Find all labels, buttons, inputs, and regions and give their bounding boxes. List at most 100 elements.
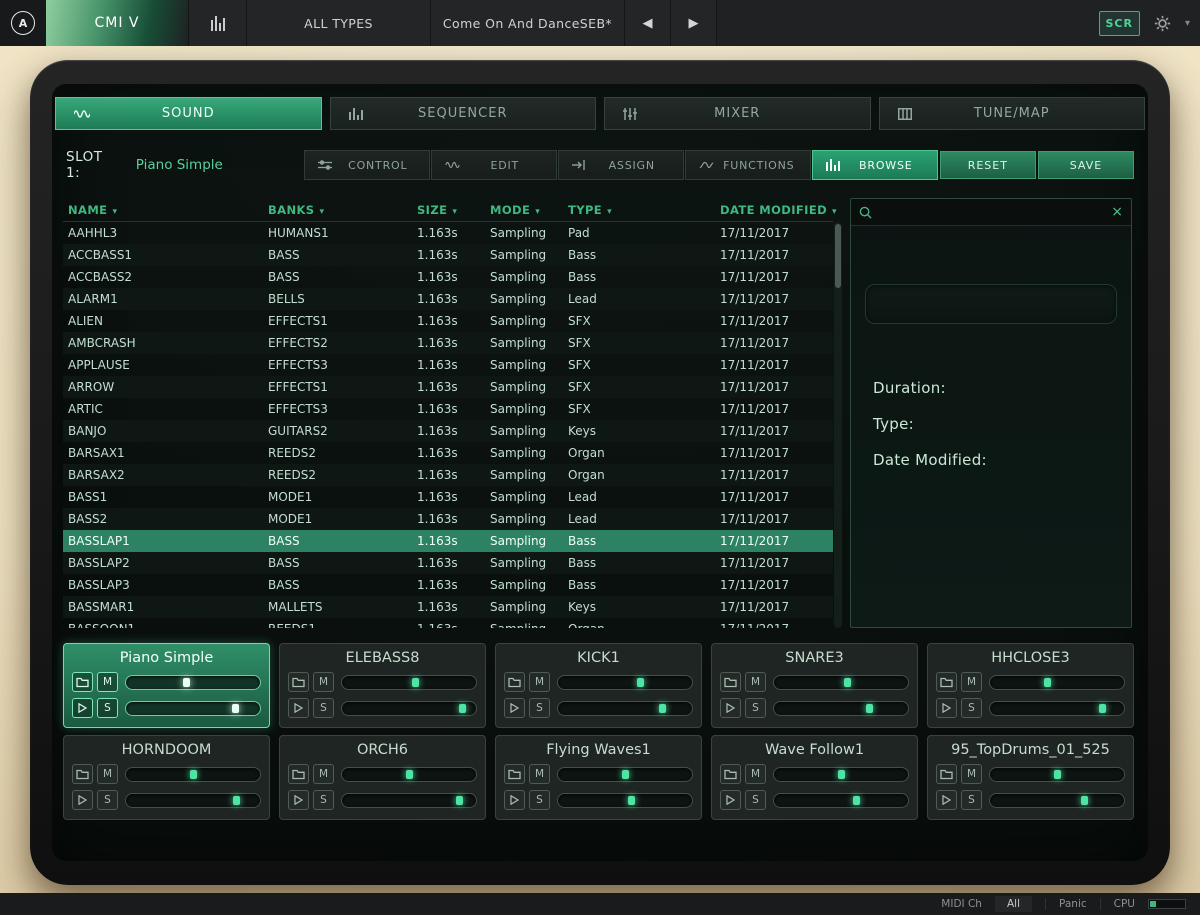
tab-mixer[interactable]: MIXER — [604, 97, 871, 130]
slider-handle[interactable] — [232, 704, 239, 713]
table-row[interactable]: BASSOON1 REEDS1 1.163s Sampling Organ 17… — [63, 618, 833, 628]
slider-handle[interactable] — [628, 796, 635, 805]
slot-tile[interactable]: KICK1 M S — [495, 643, 702, 728]
mute-button[interactable]: M — [313, 764, 334, 784]
column-name[interactable]: NAME — [63, 198, 263, 224]
slot-slider-bottom[interactable] — [125, 793, 261, 808]
table-row[interactable]: BASS1 MODE1 1.163s Sampling Lead 17/11/2… — [63, 486, 833, 508]
scrollbar[interactable] — [834, 222, 842, 628]
arturia-logo-button[interactable]: A — [0, 0, 46, 46]
table-row[interactable]: ARTIC EFFECTS3 1.163s Sampling SFX 17/11… — [63, 398, 833, 420]
slot-slider-bottom[interactable] — [557, 701, 693, 716]
tab-tune-map[interactable]: TUNE/MAP — [879, 97, 1146, 130]
table-row[interactable]: APPLAUSE EFFECTS3 1.163s Sampling SFX 17… — [63, 354, 833, 376]
play-button[interactable] — [288, 698, 309, 718]
slot-slider-top[interactable] — [557, 767, 693, 782]
slider-handle[interactable] — [844, 678, 851, 687]
slot-slider-bottom[interactable] — [989, 701, 1125, 716]
slider-handle[interactable] — [456, 796, 463, 805]
solo-button[interactable]: S — [961, 790, 982, 810]
prev-preset-button[interactable]: ◀ — [624, 0, 670, 46]
slider-handle[interactable] — [1054, 770, 1061, 779]
table-row[interactable]: BASSLAP2 BASS 1.163s Sampling Bass 17/11… — [63, 552, 833, 574]
panic-button[interactable]: Panic — [1059, 898, 1087, 910]
play-button[interactable] — [504, 790, 525, 810]
table-row[interactable]: ACCBASS1 BASS 1.163s Sampling Bass 17/11… — [63, 244, 833, 266]
slider-handle[interactable] — [1044, 678, 1051, 687]
tab-control[interactable]: CONTROL — [304, 150, 430, 180]
slot-slider-bottom[interactable] — [341, 793, 477, 808]
scr-button[interactable]: SCR — [1099, 11, 1140, 36]
folder-button[interactable] — [720, 672, 741, 692]
slot-slider-bottom[interactable] — [773, 701, 909, 716]
slot-slider-top[interactable] — [125, 767, 261, 782]
mute-button[interactable]: M — [529, 764, 550, 784]
solo-button[interactable]: S — [961, 698, 982, 718]
mute-button[interactable]: M — [97, 672, 118, 692]
folder-button[interactable] — [72, 672, 93, 692]
tab-sequencer[interactable]: SEQUENCER — [330, 97, 597, 130]
settings-gear-button[interactable] — [1154, 15, 1171, 32]
column-banks[interactable]: BANKS — [263, 198, 412, 224]
mute-button[interactable]: M — [97, 764, 118, 784]
solo-button[interactable]: S — [313, 790, 334, 810]
slot-slider-top[interactable] — [773, 675, 909, 690]
slider-handle[interactable] — [853, 796, 860, 805]
slider-handle[interactable] — [183, 678, 190, 687]
solo-button[interactable]: S — [97, 698, 118, 718]
all-types-dropdown[interactable]: ALL TYPES — [246, 0, 430, 46]
slot-slider-bottom[interactable] — [773, 793, 909, 808]
slot-slider-top[interactable] — [557, 675, 693, 690]
play-button[interactable] — [504, 698, 525, 718]
mute-button[interactable]: M — [961, 764, 982, 784]
slot-slider-top[interactable] — [125, 675, 261, 690]
slot-slider-top[interactable] — [773, 767, 909, 782]
table-row[interactable]: ALARM1 BELLS 1.163s Sampling Lead 17/11/… — [63, 288, 833, 310]
mute-button[interactable]: M — [745, 672, 766, 692]
column-date-modified[interactable]: DATE MODIFIED — [715, 198, 837, 224]
slider-handle[interactable] — [866, 704, 873, 713]
tab-assign[interactable]: ASSIGN — [558, 150, 684, 180]
save-button[interactable]: SAVE — [1038, 151, 1134, 179]
folder-button[interactable] — [936, 672, 957, 692]
next-preset-button[interactable]: ▶ — [670, 0, 716, 46]
mute-button[interactable]: M — [529, 672, 550, 692]
scrollbar-thumb[interactable] — [835, 224, 841, 288]
slot-slider-bottom[interactable] — [557, 793, 693, 808]
tab-functions[interactable]: FUNCTIONS — [685, 150, 811, 180]
search-clear-icon[interactable]: × — [1111, 205, 1123, 219]
tab-edit[interactable]: EDIT — [431, 150, 557, 180]
slider-handle[interactable] — [1099, 704, 1106, 713]
mute-button[interactable]: M — [745, 764, 766, 784]
table-row[interactable]: AMBCRASH EFFECTS2 1.163s Sampling SFX 17… — [63, 332, 833, 354]
slot-tile[interactable]: 95_TopDrums_01_525 M S — [927, 735, 1134, 820]
slot-tile[interactable]: ELEBASS8 M S — [279, 643, 486, 728]
slider-handle[interactable] — [659, 704, 666, 713]
table-row[interactable]: BASS2 MODE1 1.163s Sampling Lead 17/11/2… — [63, 508, 833, 530]
solo-button[interactable]: S — [745, 698, 766, 718]
folder-button[interactable] — [504, 764, 525, 784]
table-row[interactable]: BARSAX1 REEDS2 1.163s Sampling Organ 17/… — [63, 442, 833, 464]
folder-button[interactable] — [720, 764, 741, 784]
table-row[interactable]: BASSLAP3 BASS 1.163s Sampling Bass 17/11… — [63, 574, 833, 596]
slot-tile[interactable]: Wave Follow1 M S — [711, 735, 918, 820]
play-button[interactable] — [72, 698, 93, 718]
slider-handle[interactable] — [412, 678, 419, 687]
table-row[interactable]: BARSAX2 REEDS2 1.163s Sampling Organ 17/… — [63, 464, 833, 486]
search-input[interactable] — [878, 205, 1105, 219]
library-button[interactable] — [188, 0, 246, 46]
reset-button[interactable]: RESET — [940, 151, 1036, 179]
play-button[interactable] — [936, 698, 957, 718]
preset-name-field[interactable]: Come On And DanceSEB* — [430, 0, 624, 46]
titlebar-caret-button[interactable]: ▾ — [1185, 18, 1190, 29]
slot-slider-top[interactable] — [989, 767, 1125, 782]
slot-tile[interactable]: SNARE3 M S — [711, 643, 918, 728]
slot-slider-bottom[interactable] — [341, 701, 477, 716]
table-row[interactable]: ARROW EFFECTS1 1.163s Sampling SFX 17/11… — [63, 376, 833, 398]
slider-handle[interactable] — [190, 770, 197, 779]
slot-slider-top[interactable] — [989, 675, 1125, 690]
slot-tile[interactable]: HORNDOOM M S — [63, 735, 270, 820]
solo-button[interactable]: S — [529, 698, 550, 718]
solo-button[interactable]: S — [529, 790, 550, 810]
slot-slider-top[interactable] — [341, 767, 477, 782]
